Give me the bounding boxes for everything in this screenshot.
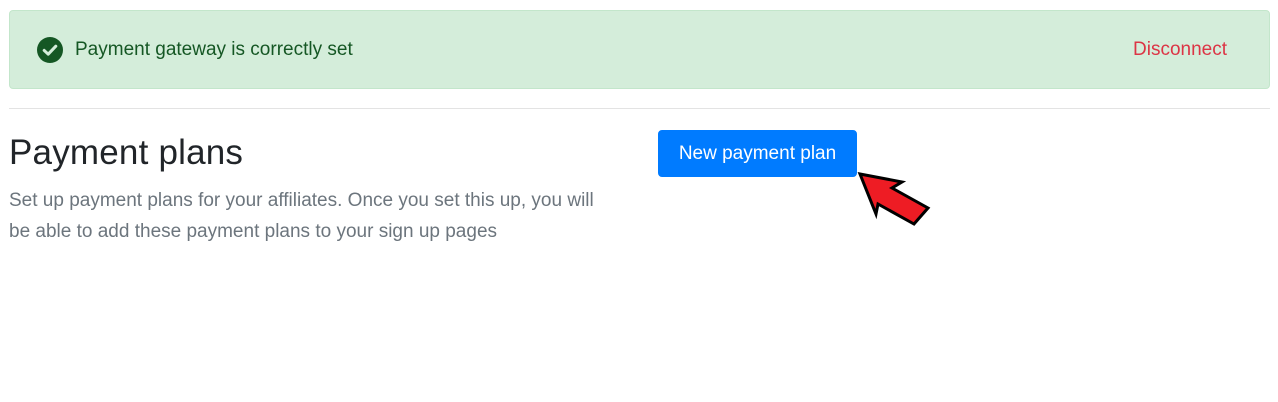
gateway-status-message: Payment gateway is correctly set <box>75 38 353 60</box>
payment-settings-page: Payment gateway is correctly set Disconn… <box>0 0 1278 402</box>
check-circle-icon <box>37 36 63 63</box>
gateway-status-alert: Payment gateway is correctly set Disconn… <box>9 10 1270 89</box>
new-payment-plan-button[interactable]: New payment plan <box>658 130 857 177</box>
page-title: Payment plans <box>9 133 244 172</box>
section-description: Set up payment plans for your affiliates… <box>9 190 594 242</box>
section-divider <box>9 108 1270 109</box>
red-arrow-icon <box>855 170 935 230</box>
disconnect-link[interactable]: Disconnect <box>1133 39 1227 61</box>
